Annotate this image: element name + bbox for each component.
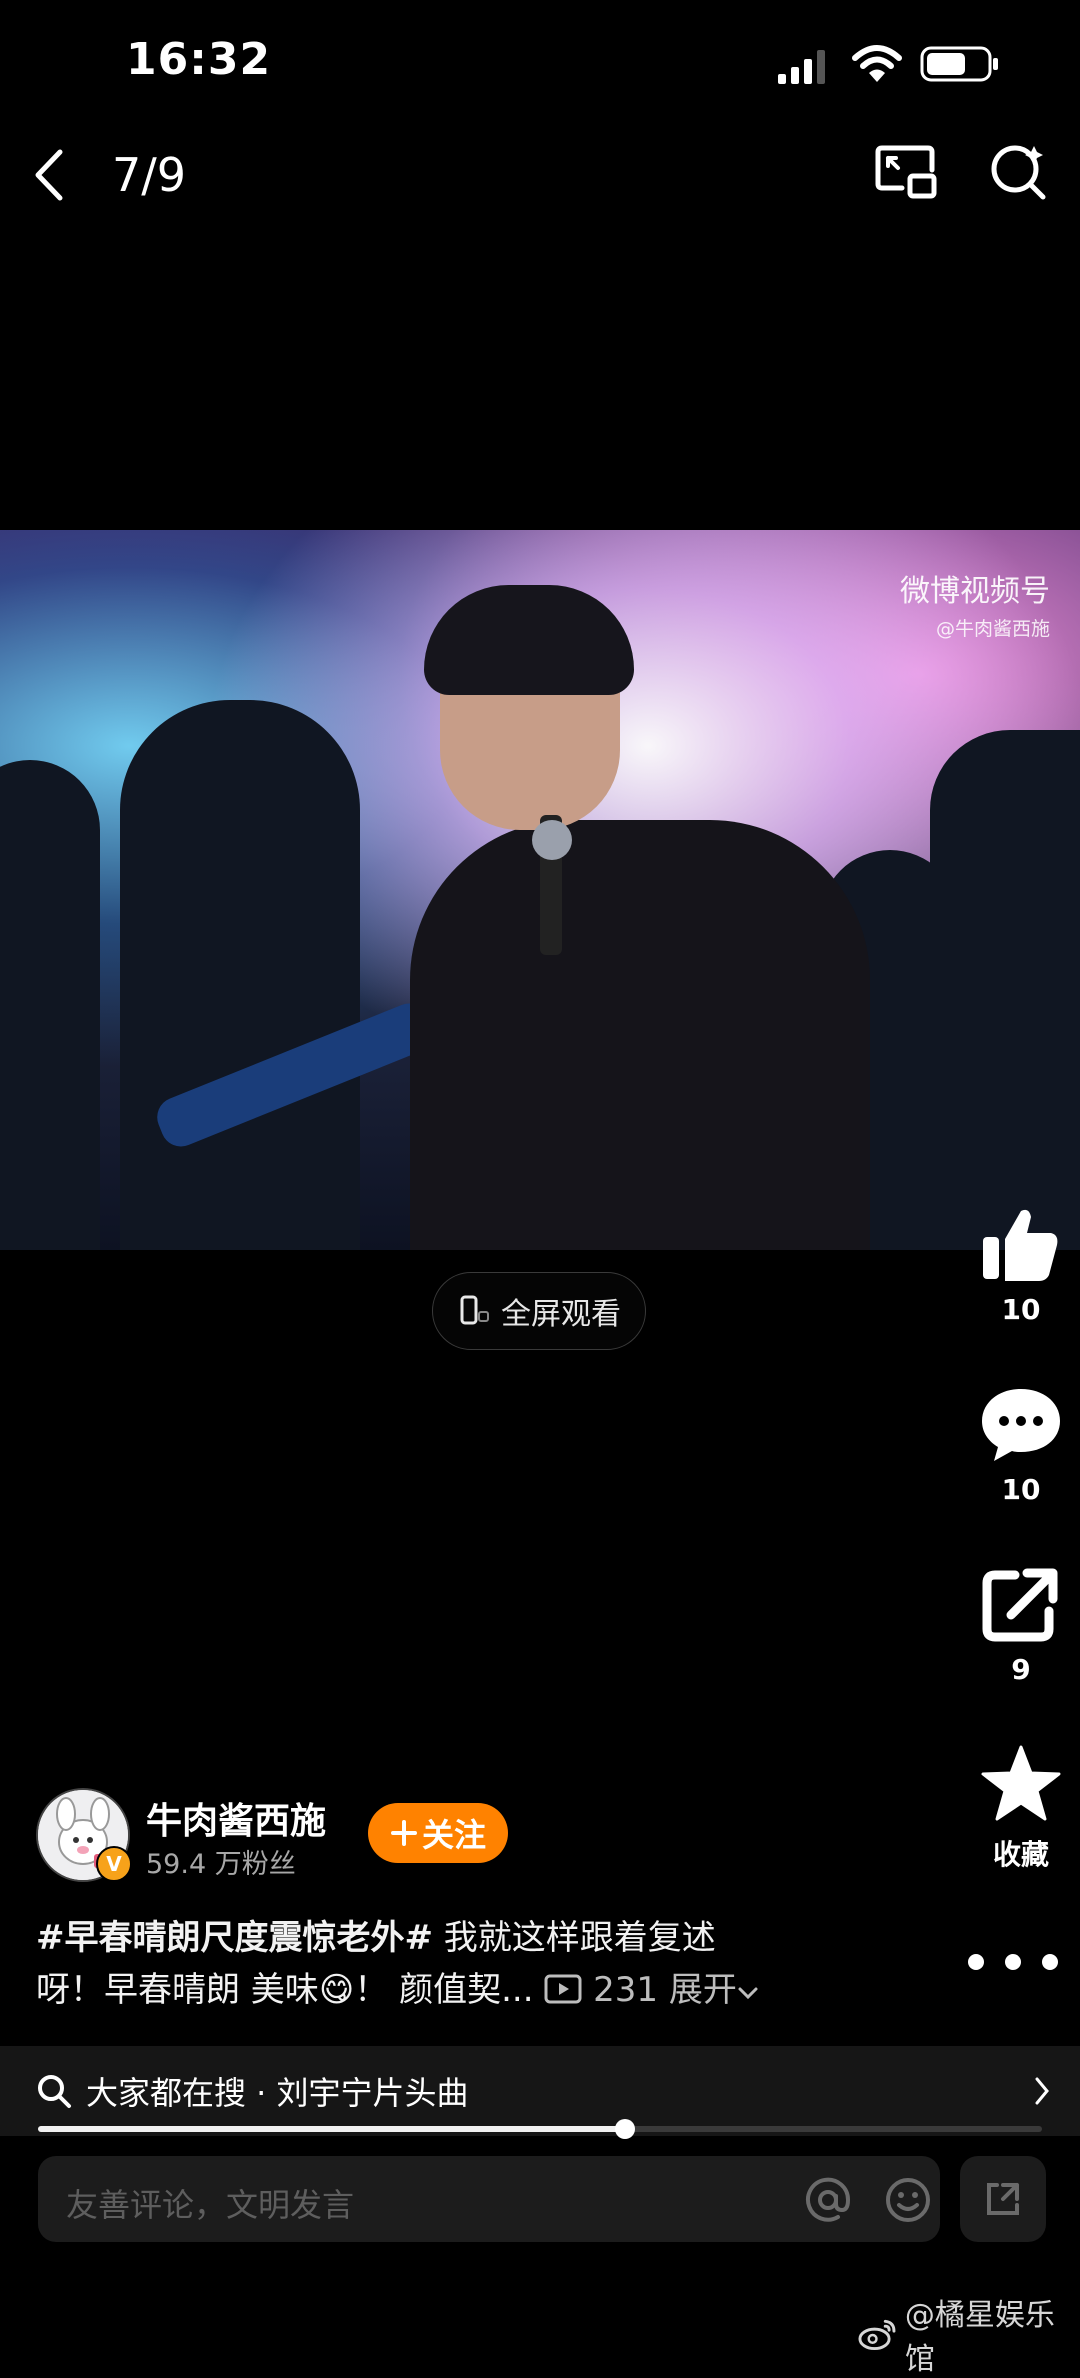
play-count: 231 bbox=[544, 1970, 669, 2010]
video-player[interactable]: 微博视频号 @牛肉酱西施 bbox=[0, 530, 1080, 1250]
plus-icon bbox=[390, 1820, 417, 1846]
comment-count: 10 bbox=[1001, 1473, 1041, 1506]
share-button[interactable]: 9 bbox=[958, 1565, 1080, 1686]
emoji-icon[interactable] bbox=[884, 2176, 932, 2224]
verified-badge: V bbox=[96, 1846, 132, 1882]
rotate-phone-icon bbox=[460, 1295, 489, 1325]
search-suggestion-text: 大家都在搜 · 刘宇宁片头曲 bbox=[86, 2074, 469, 2112]
watermark-title: 微博视频号 bbox=[900, 574, 1050, 609]
expand-comments-button[interactable] bbox=[960, 2156, 1046, 2242]
follow-button[interactable]: 关注 bbox=[368, 1803, 508, 1863]
like-button[interactable]: 10 bbox=[958, 1205, 1080, 1326]
singer-body bbox=[410, 820, 870, 1250]
status-time: 16:32 bbox=[126, 34, 272, 85]
follow-label: 关注 bbox=[421, 1816, 486, 1854]
author-name[interactable]: 牛肉酱西施 bbox=[146, 1792, 326, 1844]
progress-scrubber-handle[interactable] bbox=[615, 2119, 636, 2139]
caption-hashtag[interactable]: #早春晴朗尺度震惊老外# bbox=[36, 1918, 433, 1958]
favorite-button[interactable]: 收藏 bbox=[958, 1745, 1080, 1873]
source-watermark: @橘星娱乐馆 bbox=[858, 2290, 1080, 2378]
search-icon[interactable] bbox=[988, 142, 1048, 202]
progress-fill bbox=[38, 2126, 626, 2132]
caption-text: 我就这样跟着复述 bbox=[432, 1918, 716, 1958]
expand-caption-button[interactable]: 展开 bbox=[669, 1970, 759, 2010]
caption-line-1: #早春晴朗尺度震惊老外# 我就这样跟着复述 bbox=[36, 1912, 866, 1964]
share-count: 9 bbox=[1011, 1653, 1031, 1686]
back-arrow-icon[interactable] bbox=[30, 148, 70, 202]
fullscreen-label: 全屏观看 bbox=[501, 1297, 621, 1332]
chevron-down-icon bbox=[738, 1987, 758, 2000]
search-suggestion-bar[interactable]: 大家都在搜 · 刘宇宁片头曲 bbox=[0, 2046, 1080, 2136]
favorite-label: 收藏 bbox=[992, 1838, 1049, 1871]
comment-input[interactable]: 友善评论，文明发言 bbox=[38, 2156, 940, 2242]
video-watermark: 微博视频号 @牛肉酱西施 bbox=[900, 566, 1050, 641]
microphone-head bbox=[532, 820, 572, 860]
band-member-silhouette bbox=[120, 700, 360, 1250]
chevron-right-icon bbox=[1035, 2077, 1049, 2105]
comment-placeholder: 友善评论，文明发言 bbox=[66, 2186, 355, 2224]
fullscreen-button[interactable]: 全屏观看 bbox=[432, 1272, 646, 1350]
play-count-value: 231 bbox=[593, 1970, 659, 2010]
play-count-icon bbox=[544, 1974, 582, 2004]
source-watermark-text: @橘星娱乐馆 bbox=[904, 2298, 1055, 2377]
caption-text: 呀！早春晴朗 美味 bbox=[36, 1970, 319, 2010]
star-icon bbox=[981, 1745, 1061, 1821]
weibo-logo-icon bbox=[858, 2319, 896, 2351]
comment-button[interactable]: 10 bbox=[958, 1385, 1080, 1506]
page-counter: 7/9 bbox=[112, 148, 187, 202]
post-caption[interactable]: #早春晴朗尺度震惊老外# 我就这样跟着复述 呀！早春晴朗 美味😋！ 颜值契...… bbox=[36, 1912, 866, 2016]
fan-count: 59.4 万粉丝 bbox=[146, 1849, 296, 1880]
thumbs-up-icon bbox=[983, 1209, 1058, 1281]
band-member-silhouette bbox=[0, 760, 100, 1250]
caption-text: ！ 颜值契... bbox=[354, 1970, 534, 2010]
caption-line-2: 呀！早春晴朗 美味😋！ 颜值契... 231 展开 bbox=[36, 1964, 866, 2016]
picture-in-picture-icon[interactable] bbox=[874, 142, 938, 200]
battery-icon bbox=[920, 46, 998, 82]
band-member-silhouette bbox=[930, 730, 1080, 1250]
singer-hair bbox=[424, 585, 634, 695]
wifi-icon bbox=[852, 45, 902, 82]
share-icon bbox=[982, 1568, 1058, 1642]
expand-label: 展开 bbox=[668, 1970, 737, 2010]
more-options-icon[interactable] bbox=[964, 1950, 1074, 1974]
watermark-handle: @牛肉酱西施 bbox=[935, 618, 1050, 640]
mention-at-icon[interactable] bbox=[804, 2176, 852, 2224]
search-icon bbox=[38, 2075, 71, 2108]
expand-icon bbox=[987, 2183, 1019, 2215]
like-count: 10 bbox=[1001, 1293, 1041, 1326]
caption-emoji: 😋 bbox=[318, 1970, 355, 2010]
cellular-signal-icon bbox=[778, 50, 825, 84]
comment-bubble-icon bbox=[982, 1389, 1060, 1461]
